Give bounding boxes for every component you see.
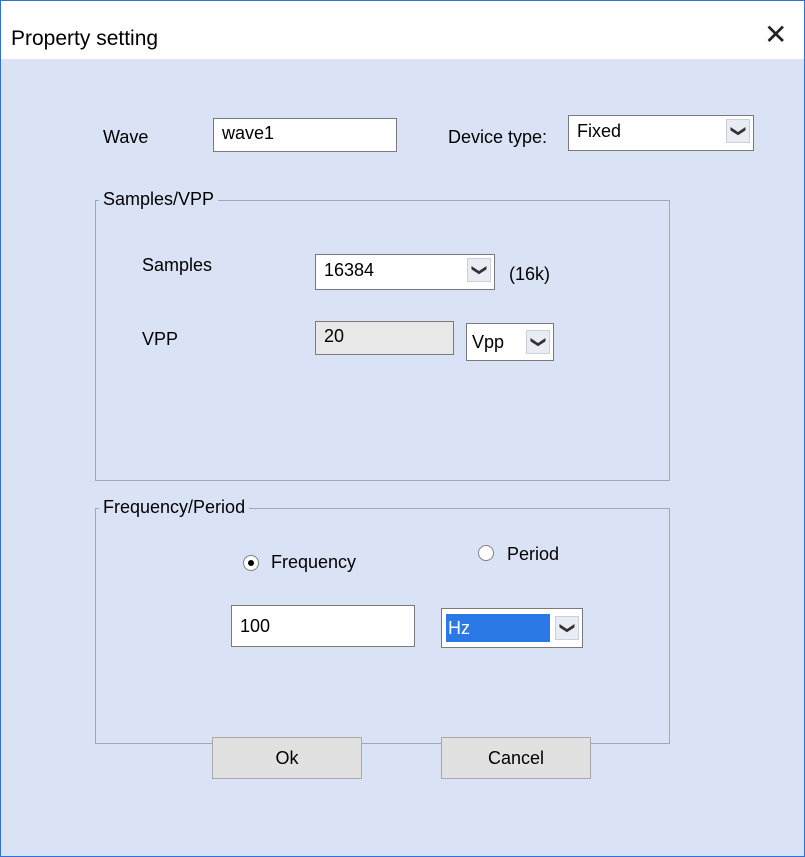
samples-hint: (16k) — [509, 264, 551, 284]
title-bar[interactable]: Property setting ✕ — [1, 1, 804, 59]
close-icon[interactable]: ✕ — [764, 21, 787, 49]
vpp-unit-value: Vpp — [472, 332, 505, 352]
dialog-body: Wave wave1 Device type: Fixed ❯ Samples/… — [1, 59, 804, 856]
frequency-unit-value: Hz — [446, 614, 550, 642]
vpp-label: VPP — [142, 329, 179, 349]
chevron-down-icon[interactable]: ❯ — [726, 119, 750, 143]
period-label[interactable]: Period — [507, 544, 559, 565]
frequency-unit-select[interactable]: Hz ❯ — [441, 608, 583, 648]
wave-label: Wave — [103, 127, 149, 147]
samples-value: 16384 — [324, 260, 375, 280]
period-radio[interactable] — [478, 545, 494, 561]
device-type-value: Fixed — [577, 121, 622, 141]
device-type-label: Device type: — [448, 127, 548, 147]
samples-label: Samples — [142, 255, 213, 275]
device-type-select[interactable]: Fixed ❯ — [568, 115, 754, 151]
wave-name-value: wave1 — [222, 123, 275, 143]
frequency-period-legend: Frequency/Period — [99, 497, 250, 518]
vpp-value: 20 — [324, 326, 345, 346]
frequency-radio[interactable] — [243, 555, 259, 571]
cancel-button[interactable]: Cancel — [441, 737, 591, 779]
chevron-down-icon[interactable]: ❯ — [467, 258, 491, 282]
frequency-label[interactable]: Frequency — [271, 552, 356, 573]
frequency-value-input[interactable]: 100 — [231, 605, 415, 647]
vpp-input[interactable]: 20 — [315, 321, 454, 355]
window-title: Property setting — [11, 27, 159, 50]
property-setting-dialog: Property setting ✕ Wave wave1 Device typ… — [0, 0, 805, 857]
radio-selected-dot — [248, 560, 254, 566]
samples-vpp-legend: Samples/VPP — [99, 189, 219, 210]
ok-button[interactable]: Ok — [212, 737, 362, 779]
chevron-down-icon[interactable]: ❯ — [526, 330, 550, 354]
chevron-down-icon[interactable]: ❯ — [555, 616, 579, 640]
wave-name-input[interactable]: wave1 — [213, 118, 397, 152]
vpp-unit-select[interactable]: Vpp ❯ — [466, 323, 554, 361]
frequency-value: 100 — [240, 616, 271, 636]
samples-select[interactable]: 16384 ❯ — [315, 254, 495, 290]
